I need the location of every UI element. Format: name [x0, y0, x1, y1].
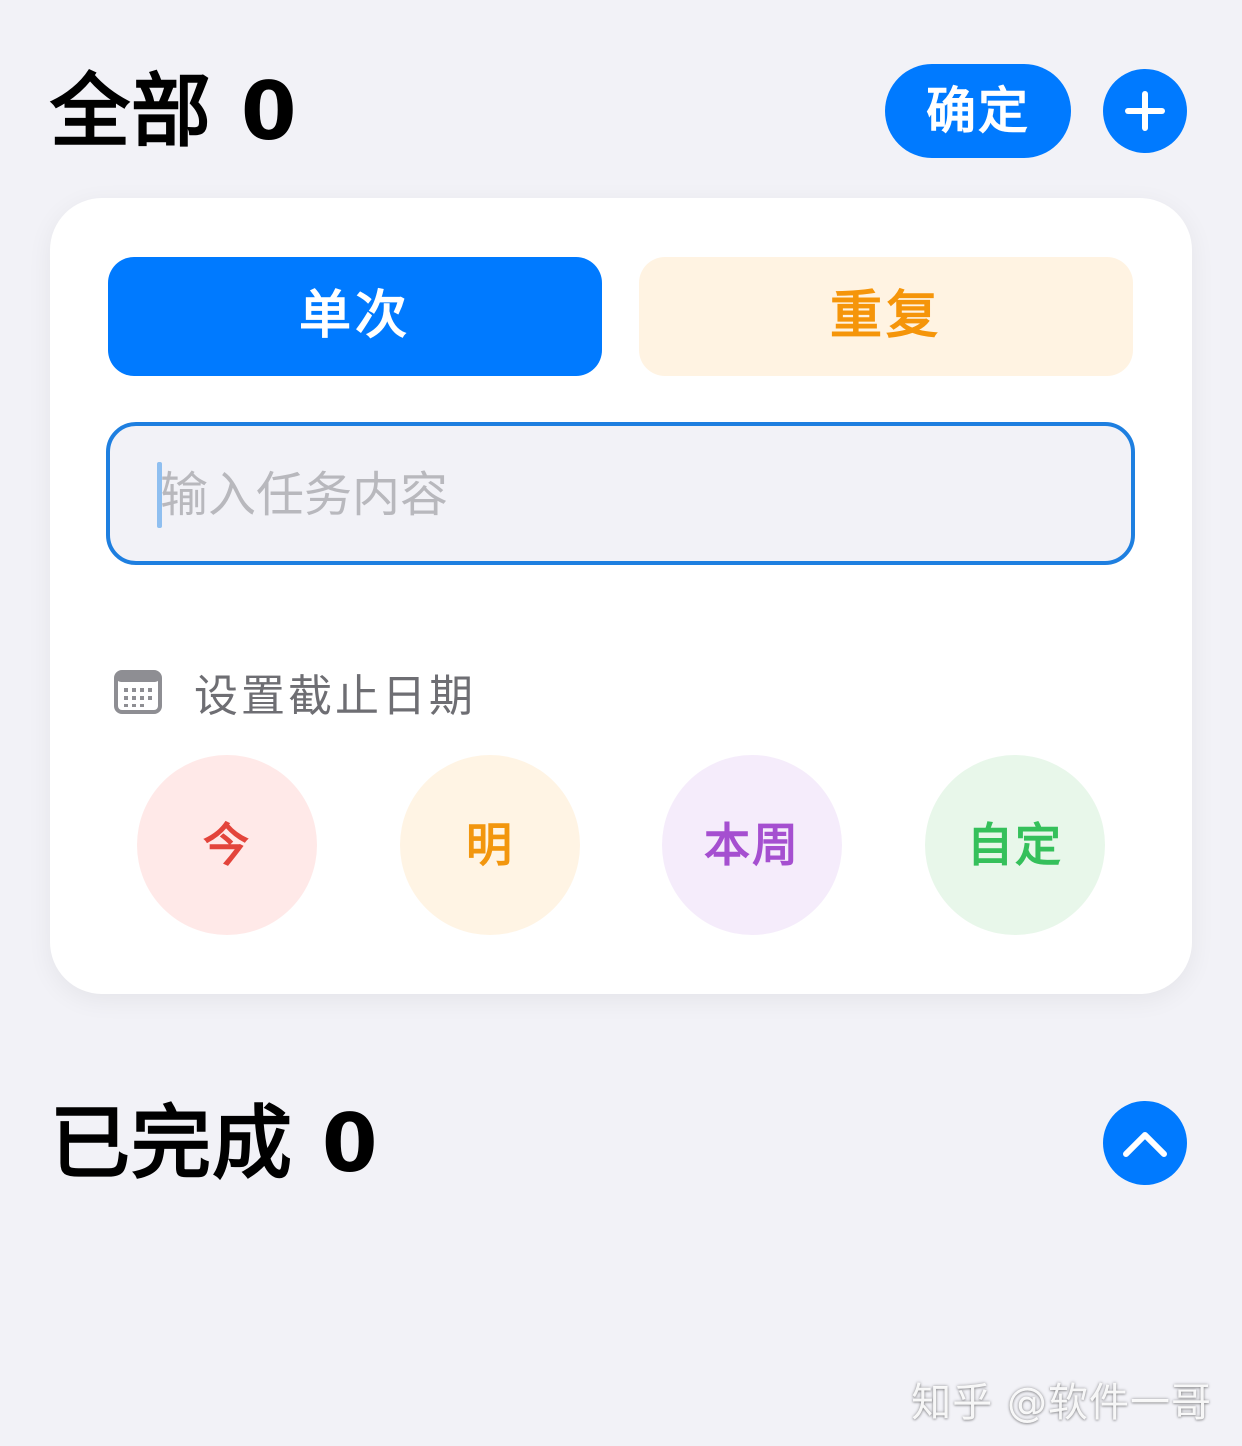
chevron-up-icon [1122, 1128, 1168, 1158]
quick-date-tomorrow[interactable]: 明 [400, 755, 580, 935]
task-content-input[interactable] [158, 426, 1082, 563]
collapse-completed-button[interactable] [1103, 1101, 1187, 1185]
confirm-button[interactable]: 确定 [885, 64, 1071, 158]
new-task-card: 单次 重复 输入任务内容 设置截止日期 今 明 本周 自定 [50, 198, 1192, 994]
watermark: 知乎 @软件一哥 [911, 1380, 1212, 1426]
repeat-task-tab[interactable]: 重复 [639, 257, 1133, 376]
plus-icon [1123, 89, 1167, 133]
add-task-button[interactable] [1103, 69, 1187, 153]
text-cursor [157, 462, 162, 528]
completed-title: 已完成 0 [50, 1097, 379, 1190]
quick-date-this-week[interactable]: 本周 [662, 755, 842, 935]
single-task-tab[interactable]: 单次 [108, 257, 602, 376]
due-date-row[interactable]: 设置截止日期 [114, 660, 476, 724]
due-date-label: 设置截止日期 [194, 671, 476, 722]
all-tasks-title: 全部 0 [50, 65, 298, 158]
quick-date-today[interactable]: 今 [137, 755, 317, 935]
task-input-container [106, 422, 1135, 565]
calendar-icon [114, 669, 162, 715]
quick-date-custom[interactable]: 自定 [925, 755, 1105, 935]
